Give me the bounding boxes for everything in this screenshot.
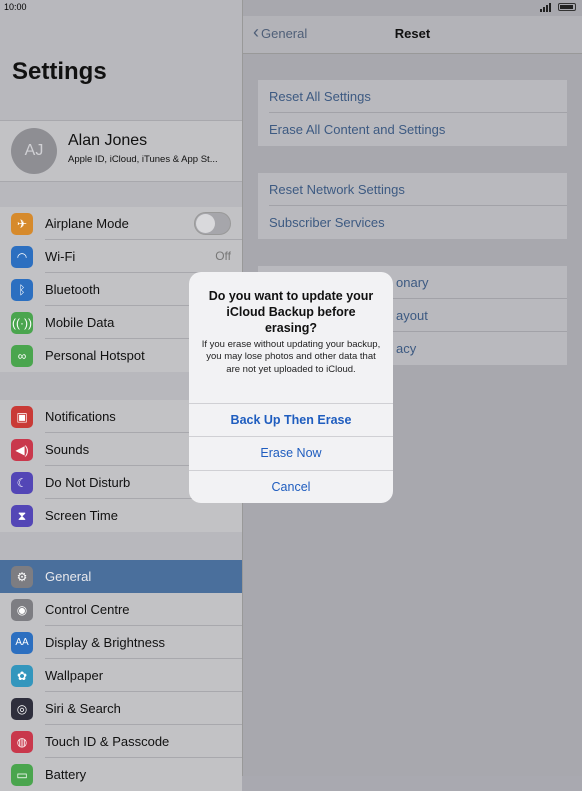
reset-all-settings[interactable]: Reset All Settings [258,80,567,113]
sidebar-item-label: Touch ID & Passcode [45,734,170,749]
sidebar-item-label: Control Centre [45,602,130,617]
sidebar-item-battery[interactable]: ▭ Battery [0,758,242,791]
sidebar-item-airplane-mode[interactable]: ✈ Airplane Mode [0,207,242,240]
erase-all-content[interactable]: Erase All Content and Settings [258,113,567,146]
sidebar-item-label: Mobile Data [45,315,115,330]
hourglass-icon: ⧗ [11,505,33,527]
back-up-then-erase-button[interactable]: Back Up Then Erase [189,403,393,436]
apple-id-profile[interactable]: AJ Alan Jones Apple ID, iCloud, iTunes &… [0,120,242,182]
battery-icon: ▭ [11,764,33,786]
hotspot-icon: ∞ [11,345,33,367]
sidebar-item-label: Screen Time [45,508,118,523]
alert-title: Do you want to update your iCloud Backup… [208,289,374,335]
status-bar: 10:00 [0,0,582,16]
sidebar-item-label: Bluetooth [45,282,100,297]
sidebar-item-screen-time[interactable]: ⧗ Screen Time [0,499,242,532]
text-size-icon: AA [11,632,33,654]
erase-alert-dialog: Do you want to update your iCloud Backup… [189,272,393,503]
sidebar-item-label: Notifications [45,409,116,424]
sidebar-item-label: General [45,569,92,584]
siri-icon: ◎ [11,698,33,720]
reset-network-settings[interactable]: Reset Network Settings [258,173,567,206]
sidebar-item-label: Sounds [45,442,90,457]
sidebar-item-label: Airplane Mode [45,216,129,231]
battery-status-icon [558,3,576,11]
subscriber-services[interactable]: Subscriber Services [258,206,567,239]
sidebar-item-control-centre[interactable]: ◉ Control Centre [0,593,242,626]
reset-group-1: Reset All Settings Erase All Content and… [258,80,567,146]
profile-subtitle: Apple ID, iCloud, iTunes & App St... [68,154,218,165]
sidebar-item-label: Siri & Search [45,701,121,716]
cancel-button[interactable]: Cancel [189,470,393,503]
fingerprint-icon: ◍ [11,731,33,753]
antenna-icon: ((·)) [11,312,33,334]
sidebar-item-siri-search[interactable]: ◎ Siri & Search [0,692,242,725]
sidebar-item-label: Do Not Disturb [45,475,131,490]
speaker-icon: ◀) [11,439,33,461]
alert-message: If you erase without updating your backu… [201,339,381,375]
reset-group-2: Reset Network Settings Subscriber Servic… [258,173,567,239]
profile-name: Alan Jones [68,132,148,149]
notifications-icon: ▣ [11,406,33,428]
navigation-bar: ‹ General Reset [243,16,582,54]
sidebar-item-wifi[interactable]: ◠ Wi-Fi Off [0,240,242,273]
bluetooth-icon: ᛒ [11,279,33,301]
status-time: 10:00 [4,2,27,12]
wifi-icon: ◠ [11,246,33,268]
sidebar-item-touch-id-passcode[interactable]: ◍ Touch ID & Passcode [0,725,242,758]
flower-icon: ✿ [11,665,33,687]
screen: Settings AJ Alan Jones Apple ID, iCloud,… [0,0,582,791]
erase-now-button[interactable]: Erase Now [189,436,393,469]
sidebar-item-label: Wi-Fi [45,249,76,264]
gear-icon: ⚙ [11,566,33,588]
avatar: AJ [11,128,57,174]
nav-title: Reset [394,26,431,41]
wifi-status: Off [215,249,231,263]
sidebar-item-label: Wallpaper [45,668,104,683]
sidebar-item-label: Personal Hotspot [45,348,145,363]
sidebar-item-general[interactable]: ⚙ General [0,560,242,593]
page-title: Settings [12,58,107,85]
airplane-icon: ✈ [11,213,33,235]
toggles-icon: ◉ [11,599,33,621]
sidebar-item-label: Battery [45,767,87,782]
sidebar-item-label: Display & Brightness [45,635,165,650]
sidebar-item-wallpaper[interactable]: ✿ Wallpaper [0,659,242,692]
airplane-mode-toggle[interactable] [194,212,231,235]
sidebar-item-display-brightness[interactable]: AA Display & Brightness [0,626,242,659]
moon-icon: ☾ [11,472,33,494]
signal-icon [540,3,554,12]
